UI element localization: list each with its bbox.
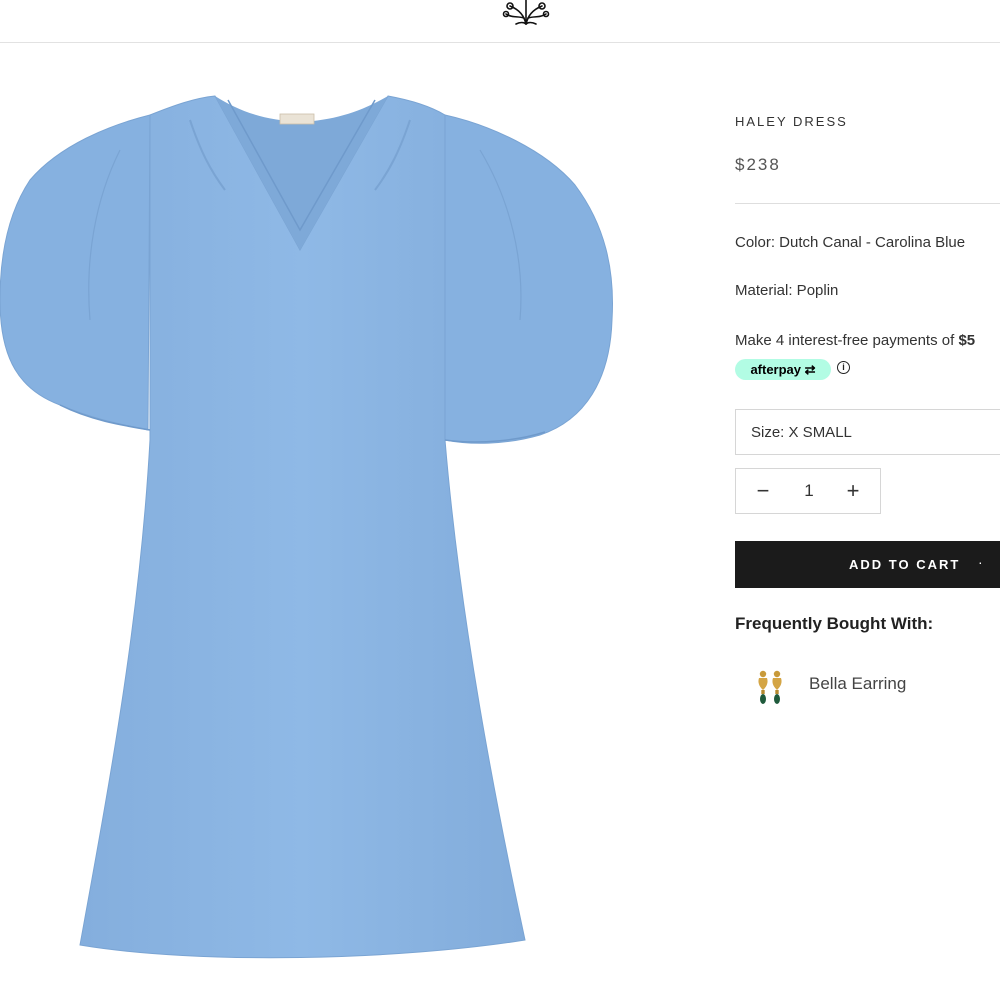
product-price: $238 xyxy=(735,155,781,174)
earring-icon[interactable] xyxy=(753,668,787,708)
material-info: Material: Poplin xyxy=(735,282,839,299)
size-select-label: Size: X SMALL xyxy=(751,424,852,441)
tree-logo-icon[interactable] xyxy=(494,0,558,28)
afterpay-label: afterpay xyxy=(750,362,802,377)
product-title: HALEY DRESS xyxy=(735,114,848,129)
divider xyxy=(735,203,1000,204)
product-image[interactable] xyxy=(0,60,640,980)
color-info: Color: Dutch Canal - Carolina Blue xyxy=(735,234,966,251)
add-to-cart-separator: · xyxy=(978,554,983,570)
add-to-cart-button[interactable]: ADD TO CART · xyxy=(735,541,1000,588)
afterpay-logo[interactable]: afterpay ⇄ xyxy=(735,359,831,380)
installment-message: Make 4 interest-free payments of $5 xyxy=(735,332,975,349)
add-to-cart-label: ADD TO CART xyxy=(849,557,961,572)
frequently-bought-item[interactable]: Bella Earring xyxy=(735,664,1000,710)
installment-text: Make 4 interest-free payments of xyxy=(735,332,959,349)
quantity-value[interactable]: 1 xyxy=(784,481,834,501)
increase-quantity-button[interactable]: + xyxy=(838,478,868,504)
frequently-bought-item-name[interactable]: Bella Earring xyxy=(809,674,906,694)
frequently-bought-heading: Frequently Bought With: xyxy=(735,614,934,633)
size-select[interactable]: Size: X SMALL xyxy=(735,409,1000,455)
dress-illustration xyxy=(0,95,613,959)
decrease-quantity-button[interactable]: − xyxy=(748,478,778,504)
installment-amount: $5 xyxy=(958,332,976,349)
info-icon[interactable]: i xyxy=(837,361,850,374)
product-details: HALEY DRESS $238 Color: Dutch Canal - Ca… xyxy=(735,0,1000,1000)
afterpay-arrows-icon: ⇄ xyxy=(804,362,816,377)
quantity-stepper: − 1 + xyxy=(735,468,881,514)
